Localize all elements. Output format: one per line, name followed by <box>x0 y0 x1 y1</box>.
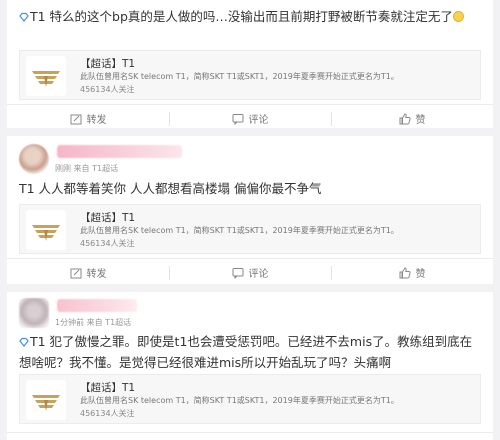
post-card: 1分钟前 来自 T1超话 T1 犯了傲慢之罪。即使是t1也会遭受惩罚吧。已经进不… <box>7 292 493 440</box>
comment-button[interactable]: 评论 <box>169 259 331 286</box>
repost-button[interactable]: 转发 <box>7 259 169 286</box>
post-text: T1 犯了傲慢之罪。即使是t1也会遭受惩罚吧。已经进不去mis了。教练组到底在想… <box>19 334 473 370</box>
post-meta: 1分钟前 来自 T1超话 <box>55 318 132 327</box>
supertopic-card[interactable]: 【超话】T1 此队伍曾用名SK telecom T1，简称SKT T1或SKT1… <box>19 204 481 254</box>
supertopic-followers: 456134人关注 <box>80 85 135 94</box>
supertopic-description: 此队伍曾用名SK telecom T1，简称SKT T1或SKT1，2019年夏… <box>80 72 399 81</box>
like-button[interactable] <box>331 433 493 440</box>
supertopic-description: 此队伍曾用名SK telecom T1，简称SKT T1或SKT1，2019年夏… <box>80 396 399 405</box>
action-bar <box>7 432 493 440</box>
supertopic-followers: 456134人关注 <box>80 409 135 418</box>
avatar[interactable] <box>19 144 49 174</box>
weibo-feed: T1 特么的这个bp真的是人做的吗…没输出而且前期打野被断节奏就注定无了 【超话… <box>0 0 500 440</box>
post-text: T1 特么的这个bp真的是人做的吗…没输出而且前期打野被断节奏就注定无了 <box>19 6 483 27</box>
supertopic-followers: 456134人关注 <box>80 239 135 248</box>
t1-logo-icon <box>26 380 66 420</box>
repost-icon <box>70 114 81 124</box>
thumbs-up-icon <box>399 266 411 278</box>
comment-button[interactable]: 评论 <box>169 105 331 132</box>
comment-icon <box>232 113 243 125</box>
supertopic-title[interactable]: 【超话】T1 <box>80 380 135 395</box>
post-meta: 刚刚 来自 T1超话 <box>55 164 119 173</box>
supertopic-diamond-icon <box>19 12 29 22</box>
comment-icon <box>232 267 243 279</box>
repost-icon <box>70 268 81 278</box>
post-text: T1 人人都等着笑你 人人都想看高楼塌 偏偏你最不争气 <box>19 181 322 196</box>
username-blurred[interactable] <box>57 145 182 158</box>
action-bar: 转发 评论 赞 <box>7 258 493 286</box>
username-blurred[interactable] <box>57 299 137 312</box>
supertopic-card[interactable]: 【超话】T1 此队伍曾用名SK telecom T1，简称SKT T1或SKT1… <box>19 374 481 424</box>
like-button[interactable]: 赞 <box>331 105 493 132</box>
repost-button[interactable]: 转发 <box>7 105 169 132</box>
like-button[interactable]: 赞 <box>331 259 493 286</box>
thumbs-up-icon <box>399 112 411 124</box>
post-card: 刚刚 来自 T1超话 T1 人人都等着笑你 人人都想看高楼塌 偏偏你最不争气 【… <box>7 136 493 284</box>
avatar[interactable] <box>19 298 49 328</box>
repost-button[interactable] <box>7 433 169 440</box>
supertopic-title[interactable]: 【超话】T1 <box>80 56 135 71</box>
comment-button[interactable] <box>169 433 331 440</box>
t1-logo-icon <box>26 56 66 96</box>
supertopic-card[interactable]: 【超话】T1 此队伍曾用名SK telecom T1，简称SKT T1或SKT1… <box>19 50 481 100</box>
supertopic-diamond-icon <box>19 337 29 347</box>
supertopic-title[interactable]: 【超话】T1 <box>80 210 135 225</box>
t1-logo-icon <box>26 210 66 250</box>
action-bar: 转发 评论 赞 <box>7 104 493 132</box>
supertopic-description: 此队伍曾用名SK telecom T1，简称SKT T1或SKT1，2019年夏… <box>80 226 399 235</box>
smile-emoji-icon <box>452 11 464 22</box>
post-card: T1 特么的这个bp真的是人做的吗…没输出而且前期打野被断节奏就注定无了 【超话… <box>7 0 493 128</box>
